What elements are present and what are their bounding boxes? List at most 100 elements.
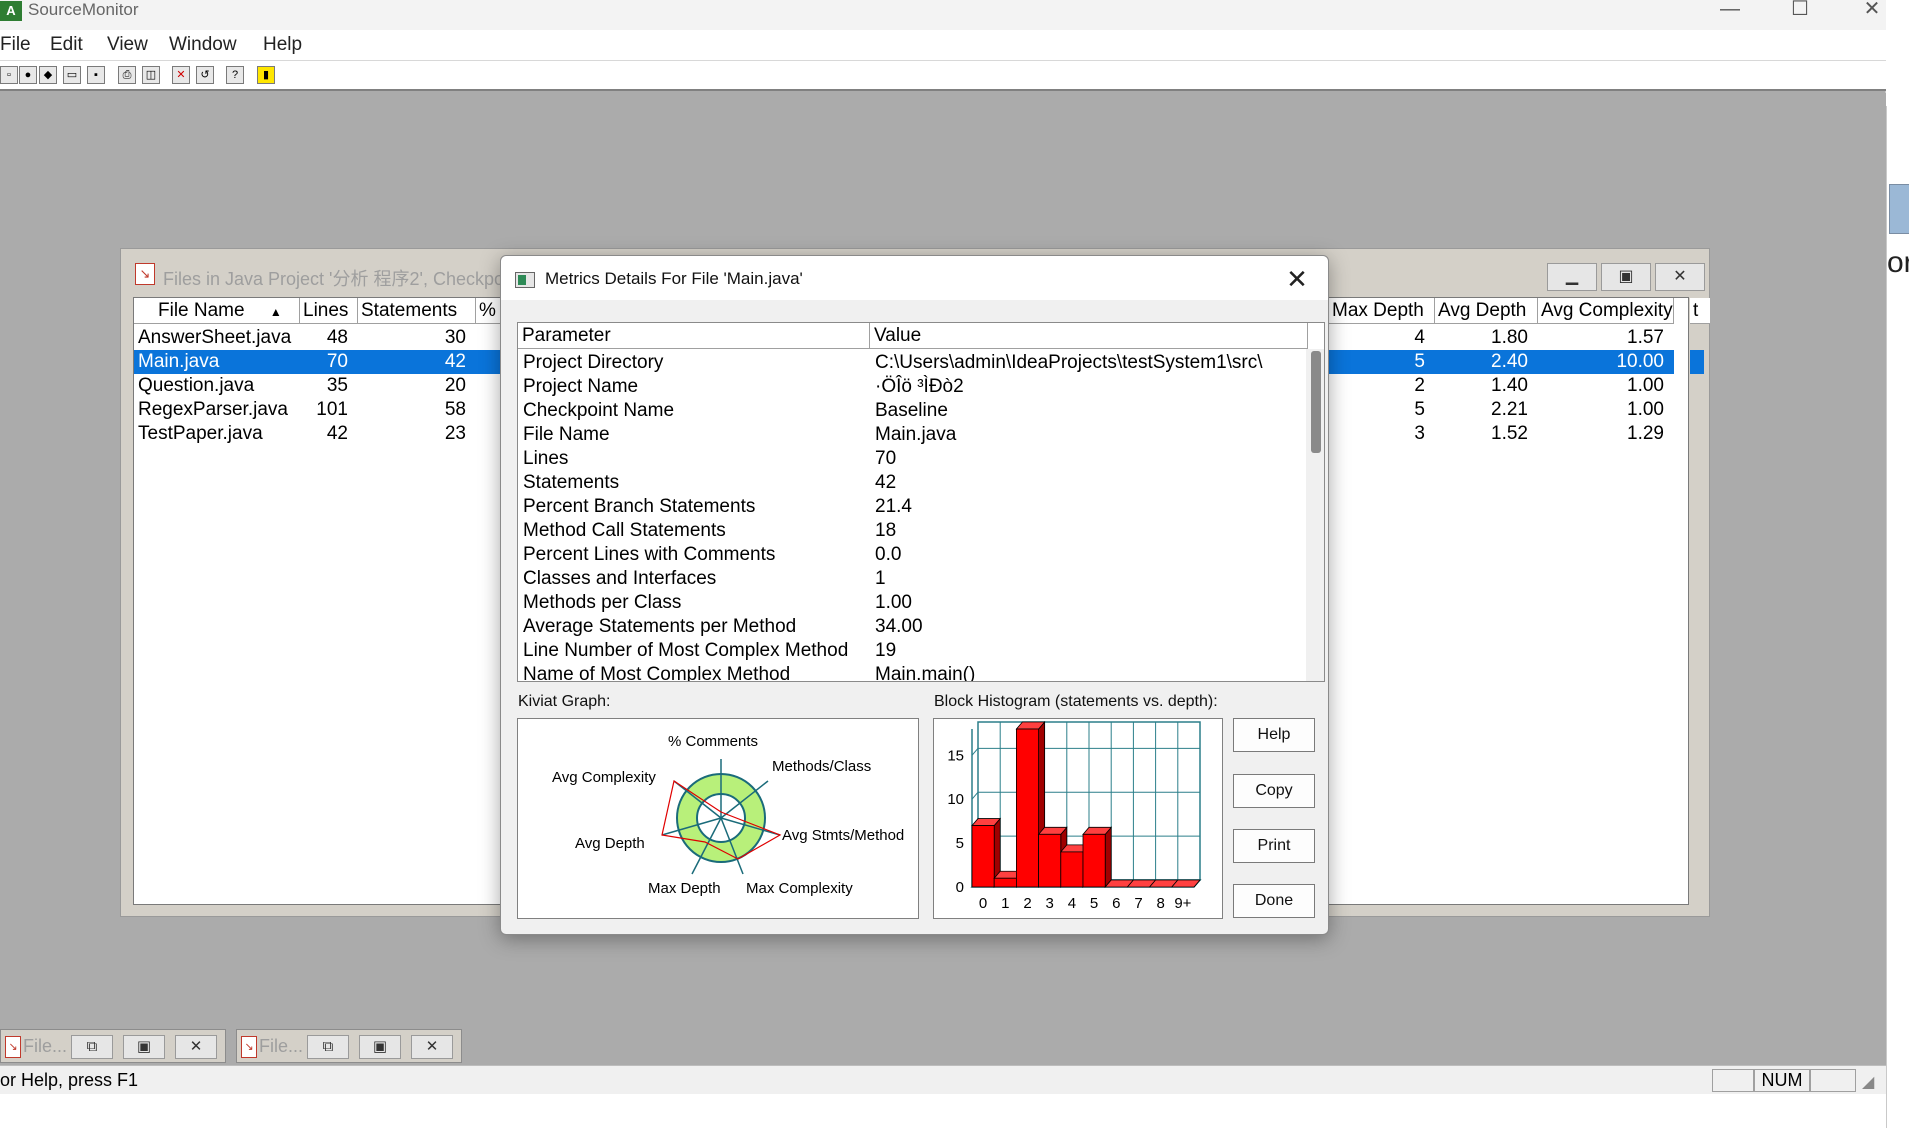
list-item[interactable]: Name of Most Complex Method Main.main() [518,663,1308,682]
help-button[interactable]: Help [1233,718,1315,752]
delete-icon[interactable]: ✕ [172,66,190,84]
cell-lines: 101 [316,399,348,420]
header-partial[interactable]: t [1690,298,1710,324]
toolbar: ▫ ● ◆ ▭ ▪ ⎙ ◫ ✕ ↺ ? ▮ [0,61,1886,91]
metric-value: C:\Users\admin\IdeaProjects\testSystem1\… [875,352,1263,373]
header-file-name[interactable]: File Name ▲ [134,298,300,324]
metric-parameter: Name of Most Complex Method [523,664,791,682]
kiviat-label-avg-stmts: Avg Stmts/Method [782,827,904,844]
minimized-window-label: File... [259,1036,304,1056]
menu-view[interactable]: View [107,33,148,57]
metric-value: 1 [875,568,886,589]
undo-icon[interactable]: ↺ [196,66,214,84]
menu-edit[interactable]: Edit [50,33,83,57]
restore-icon[interactable]: ⧉ [307,1035,349,1059]
header-statements[interactable]: Statements [358,298,476,324]
header-value[interactable]: Value [870,323,1308,349]
metric-value: Baseline [875,400,948,421]
kiviat-label-avg-depth: Avg Depth [575,835,645,852]
header-avg-complexity[interactable]: Avg Complexity [1538,298,1674,324]
document-icon: ↘ [241,1036,257,1058]
open-folder-icon[interactable]: ▭ [63,66,81,84]
files-minimize-button[interactable]: ▁ [1547,263,1597,291]
cell-lines: 35 [326,375,348,396]
maximize-button[interactable]: ☐ [1770,0,1830,22]
list-item[interactable]: Line Number of Most Complex Method 19 [518,639,1308,663]
metric-value: 18 [875,520,897,541]
menu-window[interactable]: Window [169,33,237,57]
context-help-icon[interactable]: ? [226,66,244,84]
close-icon[interactable]: ✕ [175,1035,217,1059]
background-window-button[interactable] [1889,184,1909,234]
metric-value: 1.00 [875,592,912,613]
background-window-edge: or [1886,106,1909,1128]
kiviat-label-methods-class: Methods/Class [772,758,871,775]
kiviat-label-max-depth: Max Depth [648,880,721,897]
minimized-window-2[interactable]: ↘ File... ⧉ ▣ ✕ [236,1029,462,1063]
block-histogram: 0 5 10 15 0 1 2 3 4 5 6 7 8 9+ [933,718,1223,919]
list-item[interactable]: Percent Lines with Comments 0.0 [518,543,1308,567]
copy-button[interactable]: Copy [1233,774,1315,808]
print-icon[interactable]: ⎙ [118,66,136,84]
resize-grip-icon[interactable]: ◢ [1862,1072,1874,1092]
status-bar: or Help, press F1 NUM ◢ [0,1065,1886,1094]
done-button[interactable]: Done [1233,884,1315,918]
scrollbar-thumb[interactable] [1311,351,1321,453]
new-project-icon[interactable]: ● [19,66,37,84]
list-item[interactable]: Method Call Statements 18 [518,519,1308,543]
histogram-bar [993,877,1017,888]
cell-avg-depth: 1.40 [1491,375,1528,396]
dialog-title: Metrics Details For File 'Main.java' [545,269,803,288]
cell-statements: 42 [358,350,476,374]
metric-value: ·ÖÎö ³ÌÐò2 [875,376,964,397]
menu-file[interactable]: File [0,33,31,57]
histogram-bar [1060,851,1084,888]
close-icon[interactable]: ✕ [411,1035,453,1059]
histogram-bar [1038,833,1062,888]
close-button[interactable]: ✕ [1842,0,1902,22]
list-item[interactable]: Classes and Interfaces 1 [518,567,1308,591]
print-preview-icon[interactable]: ◫ [142,66,160,84]
metric-parameter: File Name [523,424,610,445]
minimized-window-1[interactable]: ↘ File... ⧉ ▣ ✕ [0,1029,226,1063]
histogram-svg: 0510150 1 2 3 4 5 6 7 8 9+ [947,720,1202,912]
list-item[interactable]: Project Directory C:\Users\admin\IdeaProj… [518,351,1308,375]
metrics-list[interactable]: Parameter Value Project Directory C:\User… [517,322,1325,682]
status-panel-scroll [1810,1069,1856,1092]
list-item[interactable]: Methods per Class 1.00 [518,591,1308,615]
menu-help[interactable]: Help [263,33,302,57]
cell-statements: 23 [444,423,466,444]
status-text: or Help, press F1 [0,1070,139,1090]
list-item[interactable]: Lines 70 [518,447,1308,471]
cell-avg-depth: 2.21 [1491,399,1528,420]
kiviat-label-max-complexity: Max Complexity [746,880,853,897]
maximize-icon[interactable]: ▣ [123,1035,165,1059]
header-lines[interactable]: Lines [300,298,358,324]
list-item[interactable]: Percent Branch Statements 21.4 [518,495,1308,519]
list-item[interactable]: Checkpoint Name Baseline [518,399,1308,423]
app-icon: A [0,1,22,21]
header-avg-depth[interactable]: Avg Depth [1435,298,1538,324]
vertical-scrollbar[interactable] [1306,349,1324,681]
files-close-button[interactable]: ✕ [1655,263,1705,291]
list-item[interactable]: File Name Main.java [518,423,1308,447]
new-icon[interactable]: ▫ [0,66,18,84]
metric-value: Main.java [875,424,957,445]
histogram-y-tick: 5 [956,835,964,852]
minimize-button[interactable]: — [1700,0,1760,22]
print-button[interactable]: Print [1233,829,1315,863]
cell-avg-complexity: 1.00 [1627,375,1664,396]
about-icon[interactable]: ▮ [257,66,275,84]
files-restore-button[interactable]: ▣ [1601,263,1651,291]
dialog-close-button[interactable]: ✕ [1282,264,1312,294]
save-icon[interactable]: ▪ [87,66,105,84]
restore-icon[interactable]: ⧉ [71,1035,113,1059]
header-parameter[interactable]: Parameter [518,323,870,349]
maximize-icon[interactable]: ▣ [359,1035,401,1059]
list-item[interactable]: Statements 42 [518,471,1308,495]
list-item[interactable]: Project Name ·ÖÎö ³ÌÐò2 [518,375,1308,399]
metric-value: 0.0 [875,544,902,565]
header-max-depth[interactable]: Max Depth [1329,298,1435,324]
list-item[interactable]: Average Statements per Method 34.00 [518,615,1308,639]
checkpoint-icon[interactable]: ◆ [39,66,57,84]
